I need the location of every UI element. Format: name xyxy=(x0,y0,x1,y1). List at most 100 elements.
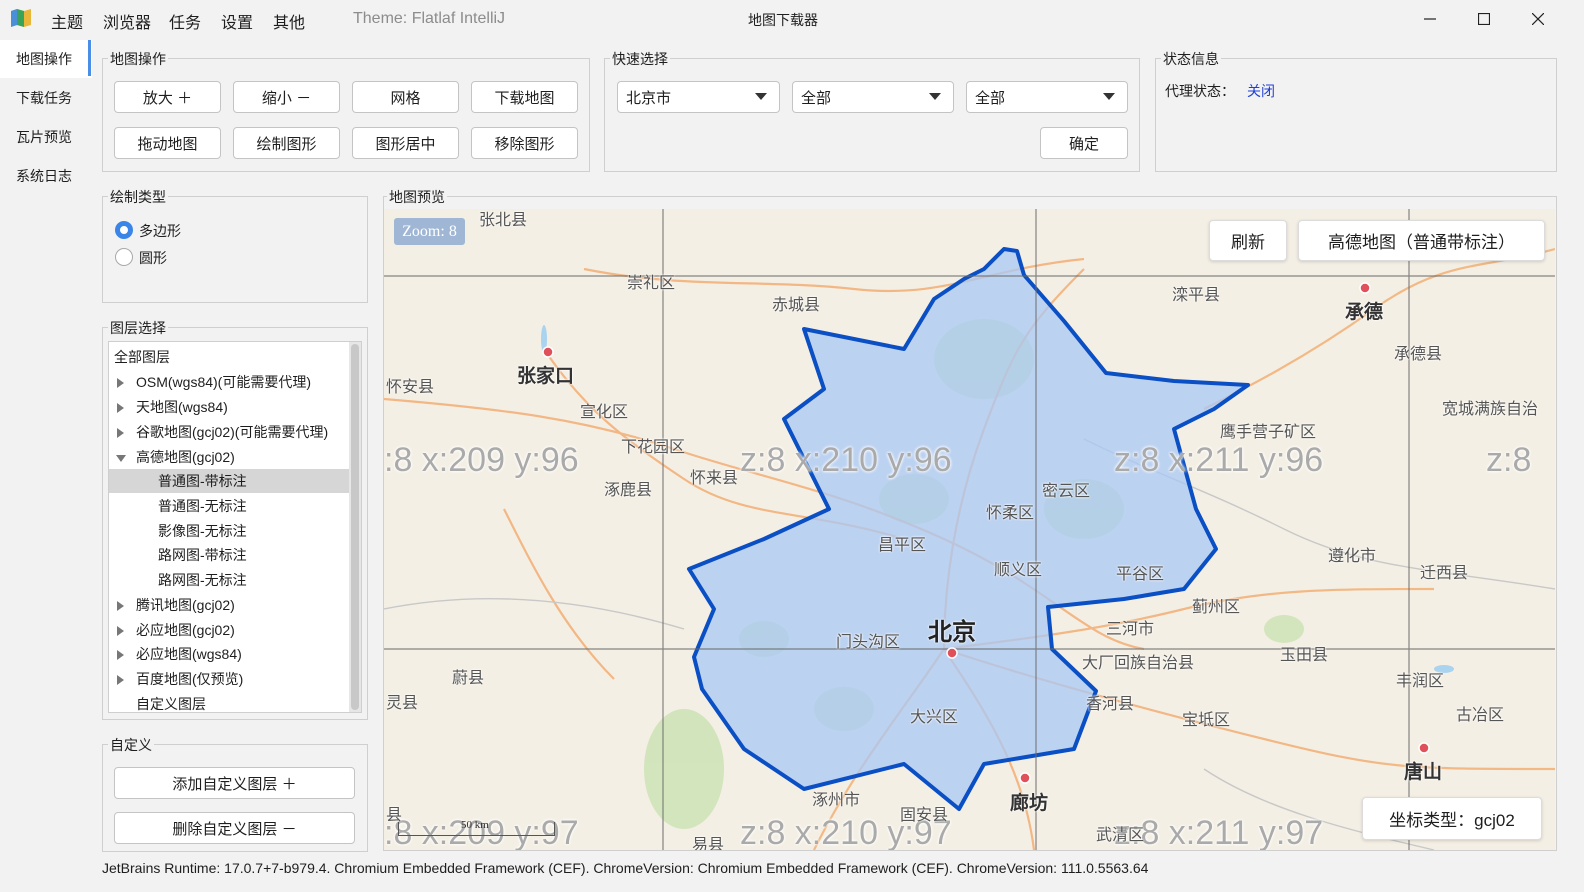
refresh-map-button[interactable]: 刷新 xyxy=(1209,220,1287,261)
place-label: 古冶区 xyxy=(1456,707,1505,724)
tree-group-tencent[interactable]: 腾讯地图(gcj02) xyxy=(109,593,349,617)
place-label: 宽城满族自治 xyxy=(1442,401,1539,418)
nav-download-tasks[interactable]: 下载任务 xyxy=(0,79,92,117)
tree-scrollbar[interactable] xyxy=(349,342,361,712)
scale-label: 50 km xyxy=(461,819,489,831)
tree-scrollbar-thumb[interactable] xyxy=(351,344,359,710)
status-bar-text: JetBrains Runtime: 17.0.7+7-b979.4. Chro… xyxy=(102,860,1149,876)
add-custom-layer-button[interactable]: 添加自定义图层 ＋ xyxy=(114,767,355,799)
radio-circle[interactable]: 圆形 xyxy=(114,247,274,267)
center-shape-button[interactable]: 图形居中 xyxy=(352,127,459,159)
zoom-out-button[interactable]: 缩小 － xyxy=(233,81,340,113)
nav-label: 瓦片预览 xyxy=(16,129,72,145)
tree-item-label: 自定义图层 xyxy=(136,696,206,712)
menu-tasks[interactable]: 任务 xyxy=(169,9,201,33)
quick-select-title: 快速选择 xyxy=(610,49,670,69)
nav-tile-preview[interactable]: 瓦片预览 xyxy=(0,118,92,156)
menu-other[interactable]: 其他 xyxy=(273,9,305,33)
chevron-down-icon xyxy=(929,93,941,100)
tree-group-google[interactable]: 谷歌地图(gcj02)(可能需要代理) xyxy=(109,420,349,444)
draw-type-title: 绘制类型 xyxy=(108,187,168,207)
chevron-right-icon xyxy=(117,403,124,413)
radio-circle-label: 圆形 xyxy=(139,250,167,266)
coord-type-button[interactable]: 坐标类型：gcj02 xyxy=(1362,797,1542,840)
tree-group-bing-gcj[interactable]: 必应地图(gcj02) xyxy=(109,618,349,642)
map-canvas[interactable]: :8 x:209 y:96 z:8 x:210 y:96 z:8 x:211 y… xyxy=(384,209,1555,850)
place-label: 涿鹿县 xyxy=(604,482,653,499)
place-label: 武清区 xyxy=(1096,827,1145,844)
nav-map-ops[interactable]: 地图操作 xyxy=(0,40,92,78)
zoom-in-button[interactable]: 放大 ＋ xyxy=(114,81,221,113)
place-label: 张家口 xyxy=(517,366,575,387)
place-label: 昌平区 xyxy=(878,537,927,554)
tree-item-label: 影像图-无标注 xyxy=(158,523,247,539)
drag-map-button[interactable]: 拖动地图 xyxy=(114,127,221,159)
place-label: 怀柔区 xyxy=(986,505,1035,522)
tree-item-label: 路网图-带标注 xyxy=(158,547,247,563)
menu-theme[interactable]: 主题 xyxy=(51,9,83,33)
chevron-right-icon xyxy=(117,675,124,685)
district-select[interactable]: 全部 xyxy=(966,81,1128,113)
place-label: 承德县 xyxy=(1394,346,1443,363)
tree-item-gaode-road-labeled[interactable]: 路网图-带标注 xyxy=(109,543,349,567)
tree-group-baidu[interactable]: 百度地图(仅预览) xyxy=(109,667,349,691)
province-select[interactable]: 北京市 xyxy=(617,81,780,113)
place-label: 平谷区 xyxy=(1116,566,1165,583)
zoom-badge: Zoom: 8 xyxy=(394,218,465,245)
minimize-button[interactable] xyxy=(1403,0,1457,38)
place-label: 鹰手营子矿区 xyxy=(1220,424,1317,441)
place-label: 张北县 xyxy=(479,212,528,229)
left-nav: 地图操作 下载任务 瓦片预览 系统日志 xyxy=(0,38,92,888)
place-label: 大兴区 xyxy=(910,709,959,726)
tree-item-gaode-normal-unlabeled[interactable]: 普通图-无标注 xyxy=(109,494,349,518)
chevron-right-icon xyxy=(117,601,124,611)
place-label: 香河县 xyxy=(1086,696,1135,713)
tree-group-label: 天地图(wgs84) xyxy=(136,399,228,415)
city-select[interactable]: 全部 xyxy=(792,81,954,113)
tile-label: :8 x:209 y:96 xyxy=(384,441,579,479)
confirm-button[interactable]: 确定 xyxy=(1040,127,1128,159)
tree-group-bing-wgs[interactable]: 必应地图(wgs84) xyxy=(109,642,349,666)
district-value: 全部 xyxy=(975,89,1006,107)
tree-item-gaode-normal-labeled[interactable]: 普通图-带标注 xyxy=(109,469,349,493)
tree-root[interactable]: 全部图层 xyxy=(109,345,349,369)
place-label: 崇礼区 xyxy=(627,275,676,292)
tree-group-osm[interactable]: OSM(wgs84)(可能需要代理) xyxy=(109,370,349,394)
city-value: 全部 xyxy=(801,89,832,107)
place-label: 遵化市 xyxy=(1328,548,1377,565)
map-layer-button[interactable]: 高德地图（普通带标注） xyxy=(1298,220,1545,261)
tree-item-gaode-satellite[interactable]: 影像图-无标注 xyxy=(109,519,349,543)
tree-group-label: 谷歌地图(gcj02)(可能需要代理) xyxy=(136,424,329,440)
remove-shape-button[interactable]: 移除图形 xyxy=(471,127,578,159)
nav-label: 下载任务 xyxy=(16,90,72,106)
radio-polygon-label: 多边形 xyxy=(139,223,181,239)
tree-group-gaode[interactable]: 高德地图(gcj02) xyxy=(109,445,349,469)
grid-button[interactable]: 网格 xyxy=(352,81,459,113)
nav-active-indicator xyxy=(88,40,91,76)
place-label: 怀来县 xyxy=(690,470,739,487)
radio-polygon[interactable]: 多边形 xyxy=(114,220,274,240)
place-label: 密云区 xyxy=(1042,483,1091,500)
tree-item-custom[interactable]: 自定义图层 xyxy=(109,692,349,712)
close-button[interactable] xyxy=(1511,0,1565,38)
tree-group-label: 必应地图(wgs84) xyxy=(136,646,242,662)
remove-custom-layer-button[interactable]: 删除自定义图层 － xyxy=(114,812,355,844)
tree-group-label: 必应地图(gcj02) xyxy=(136,622,235,638)
chevron-right-icon xyxy=(117,650,124,660)
nav-label: 系统日志 xyxy=(16,168,72,184)
nav-system-log[interactable]: 系统日志 xyxy=(0,157,92,195)
maximize-button[interactable] xyxy=(1457,0,1511,38)
draw-shape-button[interactable]: 绘制图形 xyxy=(233,127,340,159)
place-label: 涿州市 xyxy=(812,792,861,809)
place-label: 灵县 xyxy=(386,695,419,712)
tree-item-gaode-road-unlabeled[interactable]: 路网图-无标注 xyxy=(109,568,349,592)
place-label: 下花园区 xyxy=(621,439,686,456)
chevron-right-icon xyxy=(117,378,124,388)
map-ops-title: 地图操作 xyxy=(108,49,168,69)
download-map-button[interactable]: 下载地图 xyxy=(471,81,578,113)
tree-group-tianditu[interactable]: 天地图(wgs84) xyxy=(109,395,349,419)
maximize-icon xyxy=(1478,13,1490,25)
layer-tree[interactable]: 全部图层 OSM(wgs84)(可能需要代理) 天地图(wgs84) 谷歌地图(… xyxy=(108,341,362,713)
menu-browser[interactable]: 浏览器 xyxy=(103,9,151,33)
menu-settings[interactable]: 设置 xyxy=(221,9,253,33)
